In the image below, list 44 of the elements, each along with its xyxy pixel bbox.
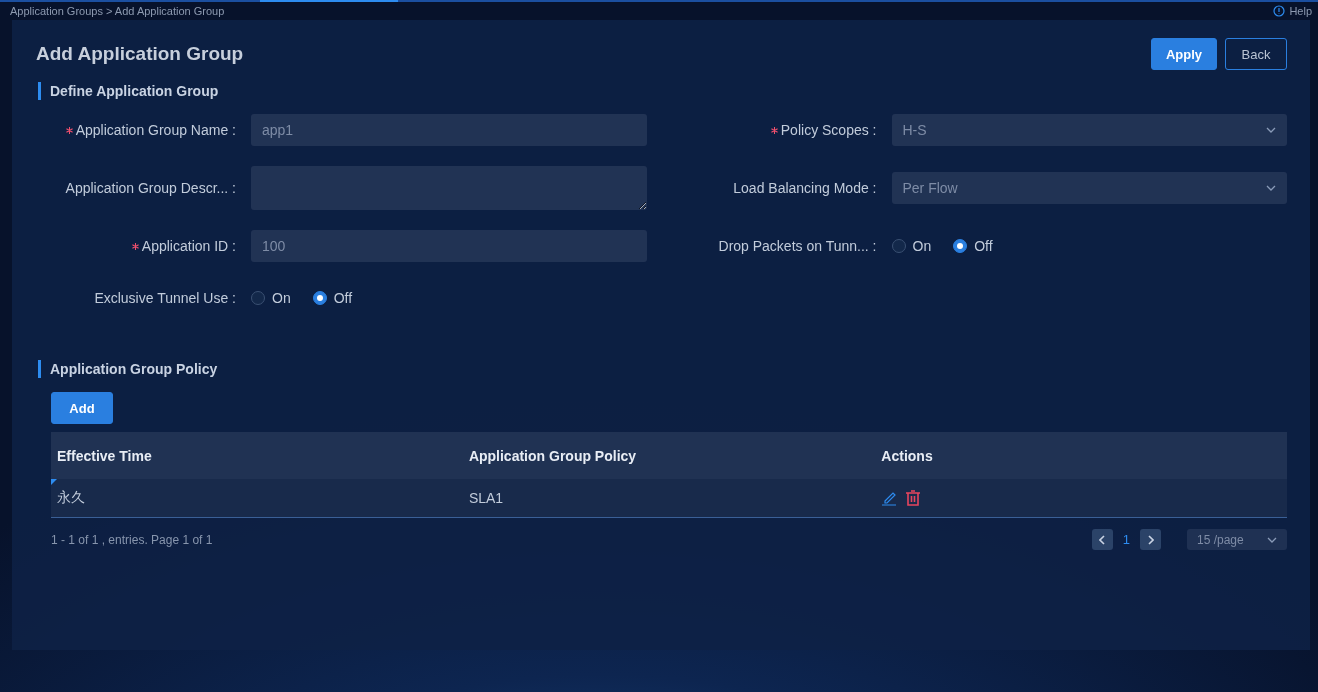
- help-link[interactable]: Help: [1273, 5, 1312, 17]
- chevron-down-icon: [1267, 536, 1277, 543]
- radio-option[interactable]: On: [891, 238, 932, 254]
- field-label: Application Group Name :: [75, 122, 236, 138]
- chevron-right-icon: [1147, 534, 1154, 545]
- select-field[interactable]: Per Flow: [891, 172, 1287, 204]
- section-title: Application Group Policy: [38, 360, 1287, 378]
- radio-option[interactable]: On: [251, 290, 291, 306]
- action-button[interactable]: Back: [1225, 38, 1287, 70]
- page-number[interactable]: 1: [1122, 532, 1130, 547]
- delete-button[interactable]: [905, 489, 922, 507]
- field-label: Drop Packets on Tunn... :: [718, 238, 877, 254]
- table-cell: SLA1: [468, 490, 504, 506]
- column-header: Application Group Policy: [462, 432, 876, 479]
- add-button[interactable]: Add: [51, 392, 113, 424]
- chevron-down-icon: [1266, 185, 1276, 191]
- previous-page-button[interactable]: [1091, 529, 1113, 550]
- trash-icon: [905, 489, 922, 507]
- pagination-summary: 1 - 1 of 1 , entries. Page 1 of 1: [51, 532, 213, 547]
- description-field[interactable]: [251, 166, 647, 210]
- text-field[interactable]: app1: [251, 114, 647, 146]
- pencil-icon: [881, 490, 898, 506]
- text-field[interactable]: 100: [251, 230, 647, 262]
- radio-option[interactable]: Off: [312, 290, 353, 306]
- radio-option[interactable]: Off: [953, 238, 993, 254]
- help-icon: [1273, 5, 1286, 17]
- chevron-left-icon: [1099, 534, 1106, 545]
- action-button[interactable]: Apply: [1150, 38, 1217, 70]
- page-title: Add Application Group: [36, 43, 244, 65]
- select-field[interactable]: H-S: [891, 114, 1287, 146]
- next-page-button[interactable]: [1140, 529, 1161, 550]
- field-label: Application ID :: [141, 238, 236, 254]
- edit-button[interactable]: [881, 490, 898, 506]
- section-title: Define Application Group: [38, 82, 1287, 100]
- field-label: Load Balancing Mode :: [733, 180, 877, 196]
- breadcrumb: Application Groups > Add Application Group: [10, 5, 225, 17]
- table-cell: 永久: [57, 489, 85, 505]
- column-header: Effective Time: [51, 432, 463, 479]
- page-size-select[interactable]: 15 /page: [1187, 529, 1287, 550]
- chevron-down-icon: [1266, 127, 1276, 133]
- field-label: Policy Scopes :: [780, 122, 877, 138]
- field-label: Application Group Descr... :: [65, 180, 236, 196]
- field-label: Exclusive Tunnel Use :: [94, 290, 236, 306]
- column-header: Actions: [875, 432, 1287, 479]
